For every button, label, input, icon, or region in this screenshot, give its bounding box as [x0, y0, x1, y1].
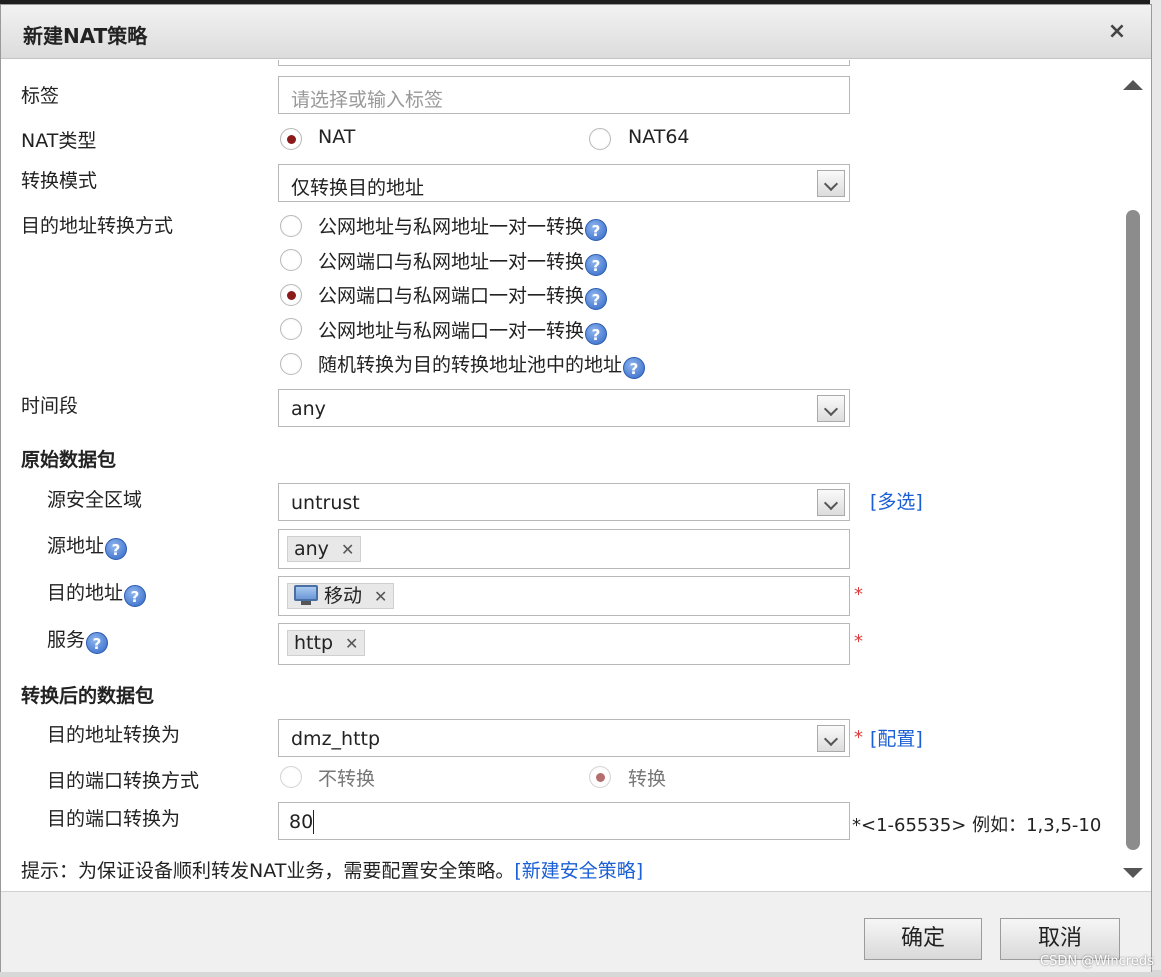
dest-method-option-3: 公网端口与私网端口一对一转换? — [318, 281, 608, 310]
dst-port-option-convert: 转换 — [628, 768, 667, 790]
chevron-down-icon[interactable] — [817, 395, 845, 422]
form-content: 标签 请选择或输入标签 NAT类型 NAT NAT64 转换模式 仅转换目的地址… — [1, 60, 1151, 890]
dst-port-to-input[interactable]: 80 — [278, 802, 850, 840]
multi-select-link[interactable]: [多选] — [870, 487, 923, 514]
dest-method-radio-2[interactable] — [280, 249, 302, 271]
dialog-titlebar: 新建NAT策略 × — [1, 5, 1151, 59]
tag-placeholder: 请选择或输入标签 — [291, 89, 444, 111]
required-mark: * — [854, 631, 863, 652]
dst-addr-label-text: 目的地址 — [47, 582, 124, 604]
time-range-label: 时间段 — [21, 395, 79, 417]
dest-method-option-2: 公网端口与私网地址一对一转换? — [318, 247, 608, 276]
src-addr-label: 源地址? — [47, 531, 128, 560]
nat-type-option-nat64: NAT64 — [628, 126, 690, 148]
dest-method-radio-4[interactable] — [280, 318, 302, 340]
computer-icon — [294, 585, 318, 605]
dest-method-radio-5[interactable] — [280, 353, 302, 375]
dest-method-option-3-text: 公网端口与私网端口一对一转换 — [318, 285, 585, 307]
dest-method-option-2-text: 公网端口与私网地址一对一转换 — [318, 251, 585, 273]
notice: 提示：为保证设备顺利转发NAT业务，需要配置安全策略。[新建安全策略] — [21, 856, 643, 883]
src-addr-tag-text: any — [294, 538, 329, 560]
dst-port-hint: *<1-65535> 例如：1,3,5-10 — [852, 815, 1102, 836]
text-cursor — [313, 810, 314, 834]
help-icon[interactable]: ? — [585, 323, 608, 345]
required-mark: * — [854, 727, 863, 748]
translated-packet-title: 转换后的数据包 — [21, 685, 155, 707]
dst-addr-tag: 移动 ✕ — [287, 583, 395, 609]
tag-label: 标签 — [21, 85, 60, 107]
dest-method-option-5: 随机转换为目的转换地址池中的地址? — [318, 350, 646, 379]
scrollbar-thumb[interactable] — [1126, 210, 1140, 850]
help-icon[interactable]: ? — [623, 357, 646, 379]
src-addr-input[interactable]: any ✕ — [278, 529, 850, 569]
dst-port-radio-no-convert[interactable] — [280, 766, 302, 788]
new-security-policy-link[interactable]: [新建安全策略] — [514, 860, 643, 882]
dest-method-option-4: 公网地址与私网端口一对一转换? — [318, 316, 608, 345]
chevron-down-icon[interactable] — [817, 489, 845, 516]
service-label: 服务? — [47, 625, 109, 654]
service-label-text: 服务 — [47, 629, 86, 651]
dest-convert-method-label: 目的地址转换方式 — [21, 215, 174, 237]
notice-text: 提示：为保证设备顺利转发NAT业务，需要配置安全策略。 — [21, 860, 515, 882]
original-packet-title: 原始数据包 — [21, 449, 117, 471]
dest-method-option-1: 公网地址与私网地址一对一转换? — [318, 212, 608, 241]
help-icon[interactable]: ? — [585, 219, 608, 241]
help-icon[interactable]: ? — [105, 538, 128, 560]
convert-mode-label: 转换模式 — [21, 170, 98, 192]
scroll-up-icon[interactable] — [1123, 80, 1143, 90]
convert-mode-value: 仅转换目的地址 — [291, 177, 425, 199]
dst-addr-to-select[interactable]: dmz_http — [278, 719, 850, 757]
chevron-down-icon[interactable] — [817, 170, 845, 197]
close-icon[interactable]: ✕ — [374, 587, 387, 606]
time-range-value: any — [291, 398, 326, 420]
help-icon[interactable]: ? — [86, 632, 109, 654]
dest-method-radio-1[interactable] — [280, 215, 302, 237]
dst-port-to-label: 目的端口转换为 — [47, 808, 181, 830]
help-icon[interactable]: ? — [585, 254, 608, 276]
help-icon[interactable]: ? — [585, 288, 608, 310]
close-icon[interactable]: ✕ — [341, 540, 354, 559]
required-mark: * — [854, 584, 863, 605]
watermark: CSDN @Wincreds — [1040, 954, 1154, 969]
dest-method-option-4-text: 公网地址与私网端口一对一转换 — [318, 320, 585, 342]
configure-link[interactable]: [配置] — [870, 724, 923, 751]
src-addr-tag: any ✕ — [287, 536, 362, 562]
dialog-title: 新建NAT策略 — [23, 24, 148, 48]
dst-addr-to-value: dmz_http — [291, 728, 381, 750]
time-range-select[interactable]: any — [278, 389, 850, 427]
previous-field-edge — [278, 60, 850, 66]
tag-input[interactable]: 请选择或输入标签 — [278, 76, 850, 114]
service-tag: http ✕ — [287, 630, 366, 656]
src-addr-label-text: 源地址 — [47, 535, 105, 557]
dest-method-radio-3[interactable] — [280, 284, 302, 306]
nat-type-label: NAT类型 — [21, 130, 97, 152]
close-icon[interactable]: ✕ — [345, 634, 358, 653]
nat-type-radio-nat[interactable] — [280, 128, 302, 150]
service-input[interactable]: http ✕ — [278, 623, 850, 665]
dst-port-option-no-convert: 不转换 — [318, 768, 376, 790]
dialog-footer: 确定 取消 — [1, 891, 1151, 972]
convert-mode-select[interactable]: 仅转换目的地址 — [278, 164, 850, 202]
dst-addr-input[interactable]: 移动 ✕ — [278, 576, 850, 616]
dst-port-method-label: 目的端口转换方式 — [47, 770, 200, 792]
dst-addr-label: 目的地址? — [47, 578, 147, 607]
close-button[interactable]: × — [1101, 17, 1133, 47]
help-icon[interactable]: ? — [124, 585, 147, 607]
scroll-down-icon[interactable] — [1123, 868, 1143, 878]
dst-port-to-value: 80 — [289, 811, 314, 833]
src-zone-value: untrust — [291, 492, 360, 514]
nat-type-option-nat: NAT — [318, 126, 356, 148]
ok-button[interactable]: 确定 — [864, 918, 982, 960]
dst-addr-tag-text: 移动 — [324, 585, 363, 607]
dest-method-option-1-text: 公网地址与私网地址一对一转换 — [318, 216, 585, 238]
src-zone-label: 源安全区域 — [47, 489, 143, 511]
service-tag-text: http — [294, 632, 334, 654]
nat-policy-dialog: 新建NAT策略 × 标签 请选择或输入标签 NAT类型 NAT NAT64 转换… — [0, 4, 1152, 972]
nat-type-radio-nat64[interactable] — [589, 128, 611, 150]
src-zone-select[interactable]: untrust — [278, 483, 850, 521]
chevron-down-icon[interactable] — [817, 725, 845, 752]
dst-port-radio-convert[interactable] — [589, 766, 611, 788]
dst-addr-to-label: 目的地址转换为 — [47, 724, 181, 746]
dest-method-option-5-text: 随机转换为目的转换地址池中的地址 — [318, 354, 623, 376]
